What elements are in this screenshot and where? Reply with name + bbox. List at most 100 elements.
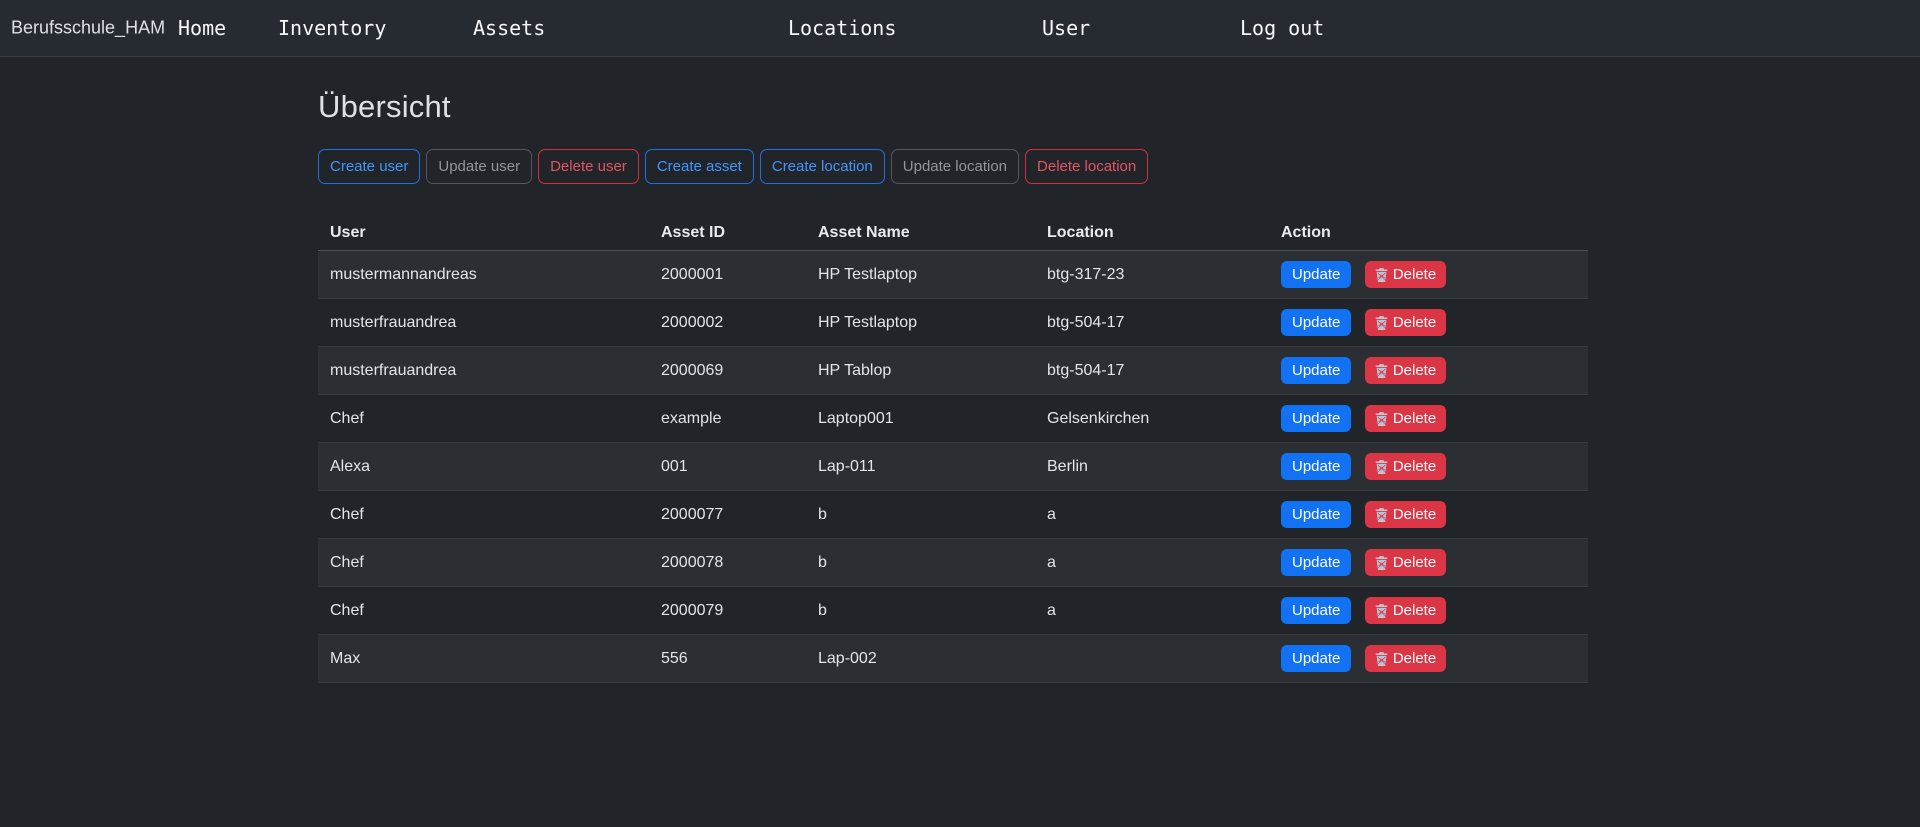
cell-asset-name: Lap-011 [806, 443, 1035, 491]
update-button[interactable]: Update [1281, 549, 1351, 576]
delete-button[interactable]: Delete [1365, 645, 1446, 672]
cell-asset-name: b [806, 587, 1035, 635]
column-header-asset-id: Asset ID [649, 216, 806, 251]
delete-location-button[interactable]: Delete location [1025, 149, 1148, 184]
cell-action: Update Delete [1269, 539, 1588, 587]
trash-icon [1375, 508, 1388, 522]
delete-button[interactable]: Delete [1365, 261, 1446, 288]
delete-button-label: Delete [1393, 410, 1436, 427]
trash-icon [1375, 460, 1388, 474]
delete-button-label: Delete [1393, 314, 1436, 331]
nav-item-assets[interactable]: Assets [473, 16, 545, 40]
column-header-user: User [318, 216, 649, 251]
table-row: musterfrauandrea 2000002 HP Testlaptop b… [318, 299, 1588, 347]
cell-asset-id: 2000078 [649, 539, 806, 587]
cell-asset-id: 556 [649, 635, 806, 683]
create-location-button[interactable]: Create location [760, 149, 885, 184]
cell-location: btg-504-17 [1035, 299, 1269, 347]
cell-asset-name: b [806, 491, 1035, 539]
table-row: Chef 2000077 b a Update Delete [318, 491, 1588, 539]
delete-button-label: Delete [1393, 506, 1436, 523]
trash-icon [1375, 268, 1388, 282]
cell-user: Max [318, 635, 649, 683]
delete-button[interactable]: Delete [1365, 357, 1446, 384]
delete-button[interactable]: Delete [1365, 549, 1446, 576]
update-button[interactable]: Update [1281, 309, 1351, 336]
cell-user: mustermannandreas [318, 251, 649, 299]
table-row: musterfrauandrea 2000069 HP Tablop btg-5… [318, 347, 1588, 395]
delete-button-label: Delete [1393, 458, 1436, 475]
action-toolbar: Create user Update user Delete user Crea… [318, 149, 1588, 184]
cell-location: btg-504-17 [1035, 347, 1269, 395]
column-header-location: Location [1035, 216, 1269, 251]
trash-icon [1375, 556, 1388, 570]
create-user-button[interactable]: Create user [318, 149, 420, 184]
table-row: Chef example Laptop001 Gelsenkirchen Upd… [318, 395, 1588, 443]
asset-table-body: mustermannandreas 2000001 HP Testlaptop … [318, 251, 1588, 683]
delete-button[interactable]: Delete [1365, 453, 1446, 480]
update-button[interactable]: Update [1281, 453, 1351, 480]
cell-action: Update Delete [1269, 443, 1588, 491]
update-button[interactable]: Update [1281, 261, 1351, 288]
navbar: Berufsschule_HAM Home Inventory Assets L… [0, 0, 1920, 57]
table-header-row: User Asset ID Asset Name Location Action [318, 216, 1588, 251]
cell-user: Chef [318, 491, 649, 539]
delete-button-label: Delete [1393, 554, 1436, 571]
asset-table: User Asset ID Asset Name Location Action… [318, 216, 1588, 683]
delete-button[interactable]: Delete [1365, 501, 1446, 528]
table-row: Chef 2000079 b a Update Delete [318, 587, 1588, 635]
cell-user: musterfrauandrea [318, 299, 649, 347]
cell-action: Update Delete [1269, 587, 1588, 635]
cell-location: a [1035, 587, 1269, 635]
navbar-brand[interactable]: Berufsschule_HAM [11, 18, 165, 39]
nav-item-home[interactable]: Home [178, 16, 226, 40]
cell-action: Update Delete [1269, 251, 1588, 299]
cell-location [1035, 635, 1269, 683]
update-button[interactable]: Update [1281, 597, 1351, 624]
table-row: Chef 2000078 b a Update Delete [318, 539, 1588, 587]
cell-asset-id: 2000077 [649, 491, 806, 539]
trash-icon [1375, 412, 1388, 426]
nav-item-locations[interactable]: Locations [788, 16, 896, 40]
update-location-button[interactable]: Update location [891, 149, 1019, 184]
cell-user: Chef [318, 539, 649, 587]
cell-location: a [1035, 491, 1269, 539]
cell-asset-name: Lap-002 [806, 635, 1035, 683]
update-button[interactable]: Update [1281, 357, 1351, 384]
delete-user-button[interactable]: Delete user [538, 149, 639, 184]
table-row: Alexa 001 Lap-011 Berlin Update Delete [318, 443, 1588, 491]
nav-item-inventory[interactable]: Inventory [278, 16, 386, 40]
cell-user: Chef [318, 587, 649, 635]
trash-icon [1375, 604, 1388, 618]
delete-button-label: Delete [1393, 602, 1436, 619]
cell-action: Update Delete [1269, 491, 1588, 539]
cell-asset-id: 2000079 [649, 587, 806, 635]
delete-button-label: Delete [1393, 266, 1436, 283]
cell-user: Chef [318, 395, 649, 443]
nav-item-user[interactable]: User [1042, 16, 1090, 40]
cell-asset-id: 001 [649, 443, 806, 491]
cell-location: a [1035, 539, 1269, 587]
delete-button[interactable]: Delete [1365, 597, 1446, 624]
cell-action: Update Delete [1269, 299, 1588, 347]
cell-asset-name: b [806, 539, 1035, 587]
trash-icon [1375, 316, 1388, 330]
cell-asset-id: 2000002 [649, 299, 806, 347]
update-button[interactable]: Update [1281, 645, 1351, 672]
update-button[interactable]: Update [1281, 501, 1351, 528]
trash-icon [1375, 652, 1388, 666]
cell-location: btg-317-23 [1035, 251, 1269, 299]
cell-asset-name: Laptop001 [806, 395, 1035, 443]
delete-button[interactable]: Delete [1365, 309, 1446, 336]
delete-button[interactable]: Delete [1365, 405, 1446, 432]
delete-button-label: Delete [1393, 650, 1436, 667]
cell-action: Update Delete [1269, 347, 1588, 395]
table-row: mustermannandreas 2000001 HP Testlaptop … [318, 251, 1588, 299]
nav-item-logout[interactable]: Log out [1240, 16, 1324, 40]
cell-location: Gelsenkirchen [1035, 395, 1269, 443]
create-asset-button[interactable]: Create asset [645, 149, 754, 184]
cell-asset-name: HP Testlaptop [806, 251, 1035, 299]
trash-icon [1375, 364, 1388, 378]
update-user-button[interactable]: Update user [426, 149, 532, 184]
update-button[interactable]: Update [1281, 405, 1351, 432]
